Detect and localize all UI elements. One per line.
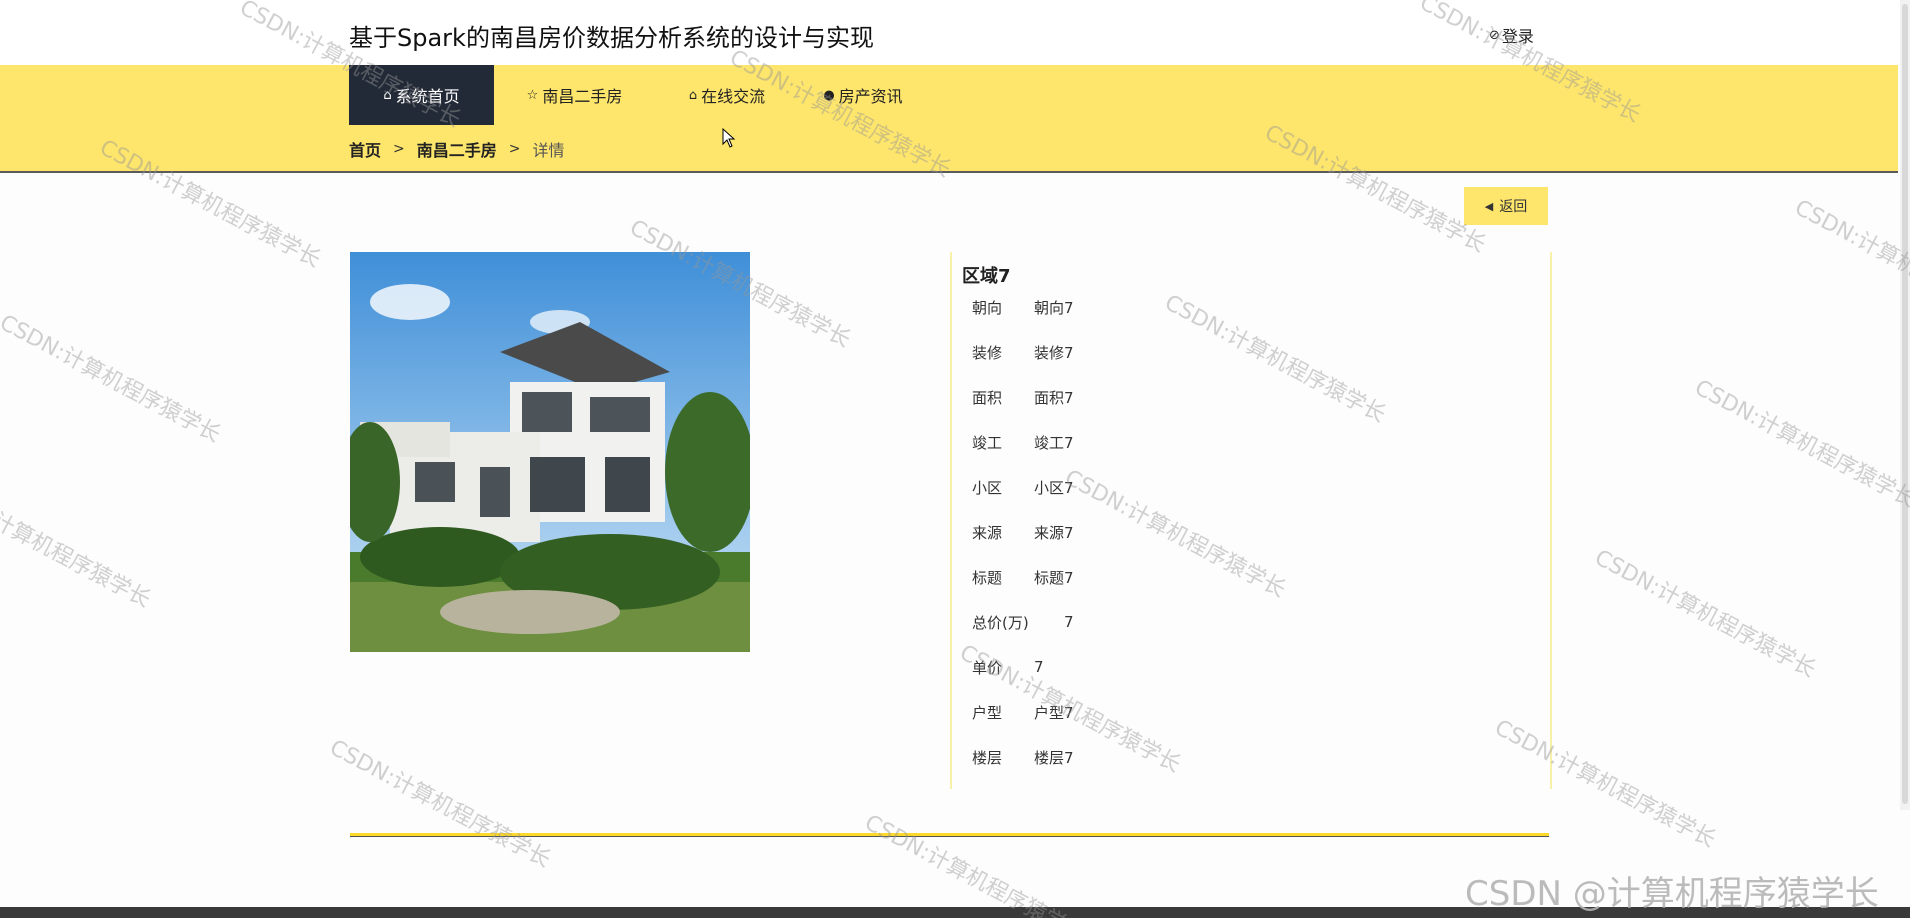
detail-label: 竣工: [972, 433, 1003, 452]
bag-icon: ⌂: [688, 87, 698, 103]
detail-value: 标题7: [1034, 568, 1074, 587]
nav-item-second-hand[interactable]: ☆ 南昌二手房: [494, 65, 655, 125]
nav-item-label: 系统首页: [395, 87, 460, 106]
detail-row-total-price: 总价(万) 7: [972, 607, 1074, 637]
nav-item-home[interactable]: ⌂ 系统首页: [349, 65, 494, 125]
breadcrumb: 首页 > 南昌二手房 > 详情: [349, 137, 565, 161]
nav-item-label: 在线交流: [701, 87, 766, 106]
detail-value: 7: [1034, 658, 1044, 676]
watermark: CSDN:计算机程序猿学长: [0, 475, 155, 613]
detail-label: 总价(万): [972, 613, 1029, 632]
detail-label: 单价: [972, 658, 1003, 677]
home-icon: ⌂: [383, 87, 392, 103]
detail-title: 区域7: [962, 266, 1011, 287]
detail-label: 来源: [972, 523, 1003, 542]
detail-row-completion: 竣工 竣工7: [972, 427, 1074, 457]
detail-panel: 区域7 朝向 朝向7 装修 装修7 面积 面积7 竣工 竣工7 小区 小区7 来…: [950, 252, 1552, 789]
watermark: CSDN:计算机程序猿学长: [325, 735, 555, 873]
breadcrumb-section[interactable]: 南昌二手房: [417, 137, 497, 161]
detail-row-orientation: 朝向 朝向7: [972, 292, 1074, 322]
breadcrumb-separator: >: [508, 141, 521, 157]
nav-band: ⌂ 系统首页 ☆ 南昌二手房 ⌂ 在线交流 ● 房产资讯 首页 > 南昌二手房 …: [0, 65, 1898, 173]
detail-value: 朝向7: [1034, 298, 1074, 317]
detail-value: 楼层7: [1034, 748, 1074, 767]
detail-label: 标题: [972, 568, 1003, 587]
watermark: CSDN:计算机程序猿学长: [860, 810, 1090, 918]
detail-row-decoration: 装修 装修7: [972, 337, 1074, 367]
check-circle-icon: ⊘: [1489, 27, 1500, 43]
title-bar: [0, 0, 1910, 65]
detail-row-source: 来源 来源7: [972, 517, 1074, 547]
info-icon: ●: [823, 87, 835, 103]
watermark: CSDN:计算机程序猿学长: [0, 310, 225, 448]
detail-value: 来源7: [1034, 523, 1074, 542]
detail-label: 小区: [972, 478, 1003, 497]
login-link[interactable]: ⊘ 登录: [1489, 23, 1534, 47]
detail-row-title: 标题 标题7: [972, 562, 1074, 592]
back-button[interactable]: ◀ 返回: [1464, 187, 1548, 225]
caret-left-icon: ◀: [1484, 199, 1494, 213]
site-title: 基于Spark的南昌房价数据分析系统的设计与实现: [349, 24, 874, 52]
star-icon: ☆: [526, 87, 539, 103]
breadcrumb-separator: >: [393, 141, 405, 157]
detail-row-layout: 户型 户型7: [972, 697, 1074, 727]
main-nav: ⌂ 系统首页 ☆ 南昌二手房 ⌂ 在线交流 ● 房产资讯: [349, 65, 927, 125]
detail-value: 装修7: [1034, 343, 1074, 362]
detail-value: 户型7: [1034, 703, 1074, 722]
breadcrumb-home[interactable]: 首页: [349, 137, 381, 161]
detail-row-unit-price: 单价 7: [972, 652, 1044, 682]
footer-divider: [350, 833, 1549, 837]
mouse-cursor-icon: [722, 128, 736, 148]
detail-row-area: 面积 面积7: [972, 382, 1074, 412]
back-button-label: 返回: [1499, 199, 1528, 215]
nav-item-news[interactable]: ● 房产资讯: [799, 65, 927, 125]
watermark: CSDN:计算机程序猿学长: [1590, 545, 1820, 683]
detail-label: 户型: [972, 703, 1003, 722]
watermark: CSDN:计算机程序猿学长: [1790, 195, 1910, 333]
detail-value: 竣工7: [1034, 433, 1074, 452]
nav-item-label: 南昌二手房: [542, 87, 623, 106]
detail-value: 面积7: [1034, 388, 1074, 407]
house-photo: [350, 252, 750, 652]
detail-row-floor: 楼层 楼层7: [972, 742, 1074, 772]
detail-value: 小区7: [1034, 478, 1074, 497]
detail-row-community: 小区 小区7: [972, 472, 1074, 502]
detail-label: 面积: [972, 388, 1003, 407]
detail-label: 朝向: [972, 298, 1003, 317]
breadcrumb-current: 详情: [532, 141, 565, 160]
vertical-scrollbar[interactable]: [1900, 0, 1910, 810]
nav-item-chat[interactable]: ⌂ 在线交流: [655, 65, 799, 125]
bottom-strip: [0, 907, 1910, 918]
detail-label: 楼层: [972, 748, 1003, 767]
watermark: CSDN:计算机程序猿学长: [1690, 375, 1910, 513]
detail-value: 7: [1064, 613, 1074, 631]
detail-label: 装修: [972, 343, 1003, 362]
scrollbar-thumb[interactable]: [1902, 4, 1908, 804]
login-label: 登录: [1501, 27, 1534, 46]
nav-item-label: 房产资讯: [838, 87, 903, 106]
